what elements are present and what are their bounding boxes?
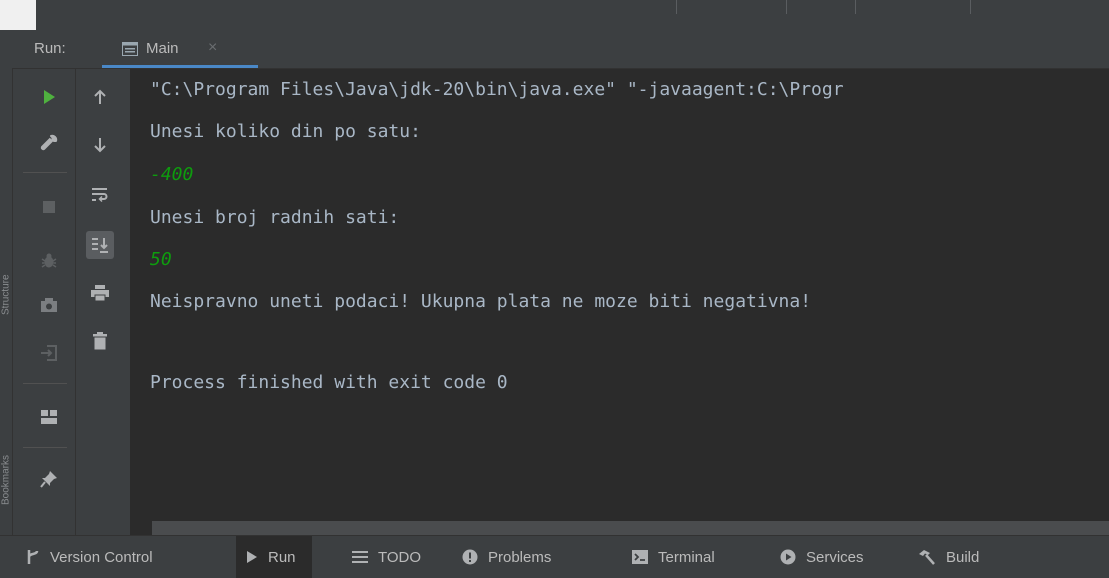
clear-all-button[interactable] [86,327,114,355]
tool-run[interactable]: Run [236,536,312,578]
pin-tab-button[interactable] [35,465,63,493]
top-separator [855,0,856,14]
run-panel-label: Run: [34,40,66,57]
console-line-command: "C:\Program Files\Java\jdk-20\bin\java.e… [150,79,844,100]
stop-icon [43,201,55,213]
console-line-error: Neispravno uneti podaci! Ukupna plata ne… [150,291,812,312]
list-icon [352,551,368,563]
scroll-to-end-icon [92,238,108,253]
tool-problems-label: Problems [488,548,552,566]
tool-services[interactable]: Services [780,536,864,578]
top-separator [786,0,787,14]
tab-main-title: Main [146,40,179,57]
problems-icon [462,549,478,565]
toolbar-separator [23,172,67,173]
top-strip [0,0,1109,30]
horizontal-scrollbar[interactable] [152,521,1109,535]
bug-icon [41,253,57,268]
restore-layout-button[interactable] [35,339,63,367]
console-line-user-input: 50 [150,249,172,270]
console-line-user-input: -400 [150,164,194,185]
console-line-prompt: Unesi koliko din po satu: [150,121,421,142]
terminal-icon [632,550,648,564]
tool-services-label: Services [806,548,864,566]
structure-tab[interactable]: Structure [0,230,12,360]
pin-icon [40,471,57,488]
play-icon [247,551,257,563]
edit-configuration-button[interactable] [35,129,63,157]
arrow-up-icon [94,89,106,104]
hammer-icon [919,550,935,565]
login-icon [41,345,57,361]
tool-run-label: Run [268,548,296,566]
console-line-exit: Process finished with exit code 0 [150,372,508,393]
rerun-button[interactable] [35,83,63,111]
layout-icon [41,410,57,424]
tool-build[interactable]: Build [918,536,979,578]
arrow-down-icon [94,138,106,153]
console-line-prompt: Unesi broj radnih sati: [150,207,400,228]
version-control-icon [27,550,39,564]
tool-terminal-label: Terminal [658,548,715,566]
printer-icon [91,285,109,301]
tab-main[interactable]: Main × [102,30,258,68]
camera-icon [41,298,57,312]
soft-wrap-icon [92,188,108,203]
toolbar-separator [23,447,67,448]
scroll-up-button[interactable] [86,83,114,111]
tool-version-control-label: Version Control [50,548,153,566]
toolbar-separator [23,383,67,384]
active-tab-indicator [102,65,258,68]
bookmarks-tab[interactable]: Bookmarks [0,415,12,545]
left-gutter: Structure Bookmarks [0,30,13,535]
play-icon [44,90,55,104]
services-icon [780,549,796,565]
tool-problems[interactable]: Problems [462,536,551,578]
run-toolbar-primary [13,69,76,535]
run-toolbar-secondary [76,69,130,535]
tool-terminal[interactable]: Terminal [632,536,715,578]
print-button[interactable] [86,279,114,307]
tool-todo-label: TODO [378,548,422,566]
layout-button[interactable] [35,403,63,431]
run-panel-header: Run: Main × [12,30,1109,69]
top-separator [676,0,677,14]
console-output[interactable]: "C:\Program Files\Java\jdk-20\bin\java.e… [130,69,1109,535]
screenshot-button[interactable] [35,291,63,319]
scroll-down-button[interactable] [86,131,114,159]
top-separator [970,0,971,14]
debug-button[interactable] [35,247,63,275]
tool-todo[interactable]: TODO [352,536,421,578]
console-icon [122,42,138,56]
stop-button[interactable] [35,193,63,221]
soft-wrap-button[interactable] [86,181,114,209]
trash-icon [93,332,107,350]
bottom-tool-bar: Version Control Run TODO Problems Termin… [0,535,1109,578]
wrench-icon [40,134,58,151]
top-left-shade [0,0,36,30]
tool-build-label: Build [946,548,980,566]
tool-version-control[interactable]: Version Control [20,536,159,578]
close-icon[interactable]: × [208,39,217,57]
scroll-to-end-button[interactable] [86,231,114,259]
